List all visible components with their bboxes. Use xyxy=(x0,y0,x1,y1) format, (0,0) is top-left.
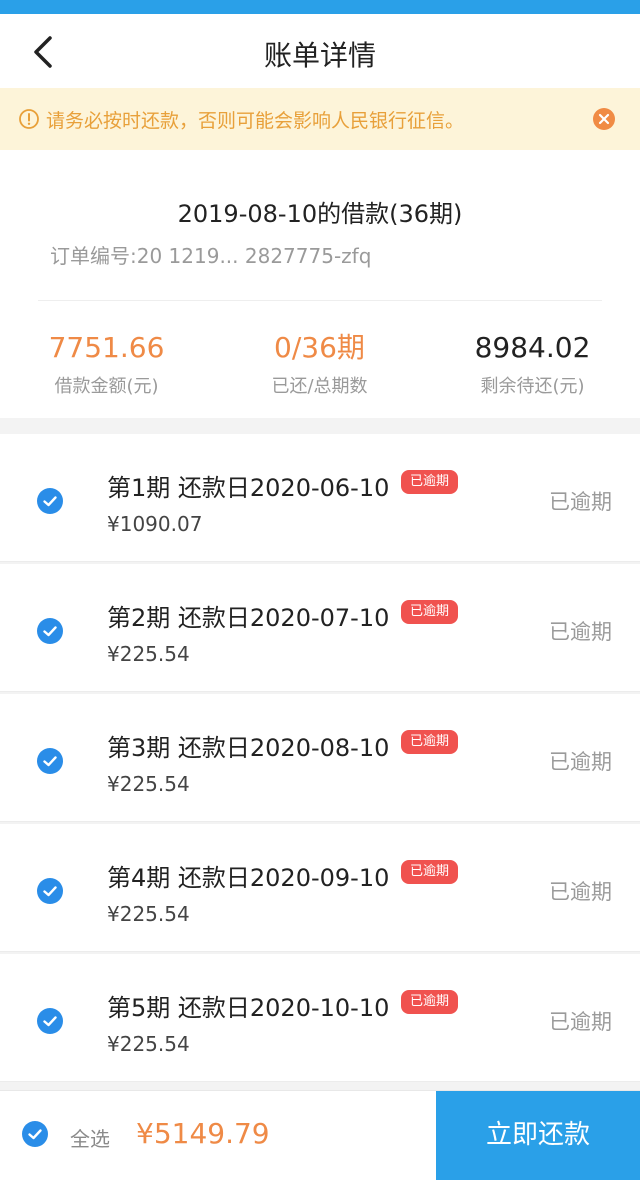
total-amount: ¥5149.79 xyxy=(136,1117,270,1150)
select-all-label[interactable]: 全选 xyxy=(70,1123,110,1152)
installment-status: 已逾期 xyxy=(549,1010,612,1034)
row-checkbox[interactable] xyxy=(37,618,63,644)
checkmark-icon xyxy=(43,496,57,507)
loan-title: 2019-08-10的借款(36期) xyxy=(177,200,463,228)
notice-text: 请务必按时还款，否则可能会影响人民银行征信。 xyxy=(46,110,465,132)
stat-loan-amount: 7751.66 借款金额(元) xyxy=(0,330,213,398)
nav-bar: 账单详情 xyxy=(0,14,640,88)
divider xyxy=(38,300,602,301)
installment-row[interactable]: 第2期 还款日2020-07-10 已逾期 ¥225.54 已逾期 xyxy=(0,564,640,692)
status-bar xyxy=(0,0,640,14)
overdue-badge: 已逾期 xyxy=(401,860,459,884)
installment-row[interactable]: 第1期 还款日2020-06-10 已逾期 ¥1090.07 已逾期 xyxy=(0,434,640,562)
checkmark-icon xyxy=(43,756,57,767)
row-checkbox[interactable] xyxy=(37,1008,63,1034)
installment-row[interactable]: 第5期 还款日2020-10-10 已逾期 ¥225.54 已逾期 xyxy=(0,954,640,1082)
checkmark-icon xyxy=(28,1129,42,1140)
installment-title: 第4期 还款日2020-09-10 xyxy=(107,864,390,892)
installment-amount: ¥225.54 xyxy=(107,642,190,666)
installment-status: 已逾期 xyxy=(549,620,612,644)
checkmark-icon xyxy=(43,626,57,637)
stat-label: 借款金额(元) xyxy=(54,376,159,397)
overdue-badge: 已逾期 xyxy=(401,470,459,494)
stat-label: 已还/总期数 xyxy=(271,376,368,397)
row-checkbox[interactable] xyxy=(37,488,63,514)
notice-close-button[interactable] xyxy=(593,108,615,130)
row-checkbox[interactable] xyxy=(37,748,63,774)
repay-now-button[interactable]: 立即还款 xyxy=(436,1091,640,1180)
installment-title: 第3期 还款日2020-08-10 xyxy=(107,734,390,762)
installment-amount: ¥225.54 xyxy=(107,902,190,926)
stat-value: 8984.02 xyxy=(474,331,591,364)
installment-title: 第1期 还款日2020-06-10 xyxy=(107,474,390,502)
stat-value: 7751.66 xyxy=(48,331,165,364)
overdue-badge: 已逾期 xyxy=(401,600,459,624)
stat-label: 剩余待还(元) xyxy=(480,376,585,397)
checkmark-icon xyxy=(43,886,57,897)
installment-row[interactable]: 第4期 还款日2020-09-10 已逾期 ¥225.54 已逾期 xyxy=(0,824,640,952)
installment-status: 已逾期 xyxy=(549,490,612,514)
notice-banner: 请务必按时还款，否则可能会影响人民银行征信。 xyxy=(0,88,640,150)
overdue-badge: 已逾期 xyxy=(401,730,459,754)
stat-remaining: 8984.02 剩余待还(元) xyxy=(426,330,639,398)
installment-title: 第5期 还款日2020-10-10 xyxy=(107,994,390,1022)
info-icon xyxy=(19,109,39,129)
installment-amount: ¥1090.07 xyxy=(107,512,203,536)
loan-summary: 2019-08-10的借款(36期) 订单编号:20 1219... 28277… xyxy=(0,150,640,418)
order-number: 订单编号:20 1219... 2827775-zfq xyxy=(50,244,372,268)
installment-title: 第2期 还款日2020-07-10 xyxy=(107,604,390,632)
overdue-badge: 已逾期 xyxy=(401,990,459,1014)
installment-amount: ¥225.54 xyxy=(107,772,190,796)
installment-amount: ¥225.54 xyxy=(107,1032,190,1056)
bottom-bar: 全选 ¥5149.79 立即还款 xyxy=(0,1090,640,1180)
row-checkbox[interactable] xyxy=(37,878,63,904)
close-icon xyxy=(598,113,610,125)
stat-installments: 0/36期 已还/总期数 xyxy=(213,330,426,398)
installment-row[interactable]: 第3期 还款日2020-08-10 已逾期 ¥225.54 已逾期 xyxy=(0,694,640,822)
page-title: 账单详情 xyxy=(263,39,376,72)
select-all-checkbox[interactable] xyxy=(22,1121,48,1147)
checkmark-icon xyxy=(43,1016,57,1027)
stat-value: 0/36期 xyxy=(274,331,365,364)
installment-status: 已逾期 xyxy=(549,750,612,774)
installment-status: 已逾期 xyxy=(549,880,612,904)
